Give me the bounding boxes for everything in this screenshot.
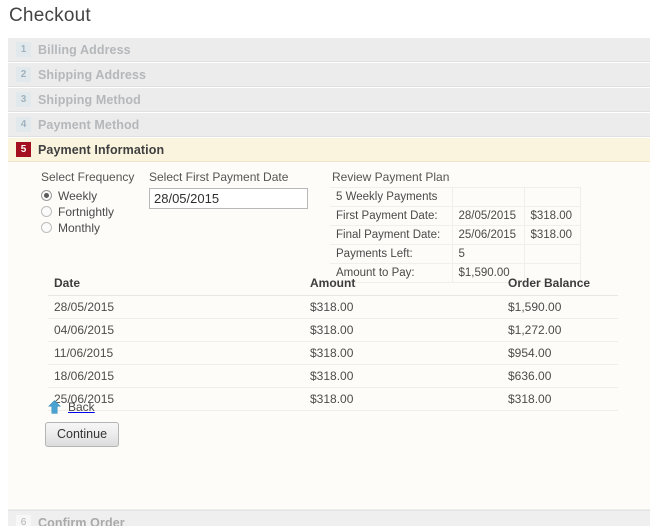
review-row-label: Final Payment Date: bbox=[330, 226, 452, 245]
frequency-option-monthly[interactable]: Monthly bbox=[41, 220, 151, 235]
payment-schedule-table: Date Amount Order Balance 28/05/2015 $31… bbox=[48, 272, 618, 411]
cell-amount: $318.00 bbox=[304, 365, 502, 388]
continue-button[interactable]: Continue bbox=[45, 422, 119, 447]
back-label: Back bbox=[68, 400, 95, 414]
step-label: Payment Method bbox=[38, 118, 139, 132]
table-row: 28/05/2015 $318.00 $1,590.00 bbox=[48, 296, 618, 319]
back-link[interactable]: Back bbox=[48, 400, 95, 414]
column-header-amount: Amount bbox=[304, 272, 502, 296]
review-payment-plan-label: Review Payment Plan bbox=[330, 170, 585, 184]
page-title: Checkout bbox=[9, 5, 91, 27]
cell-date: 04/06/2015 bbox=[48, 319, 304, 342]
cell-date: 11/06/2015 bbox=[48, 342, 304, 365]
cell-amount: $318.00 bbox=[304, 342, 502, 365]
step-label: Shipping Address bbox=[38, 68, 146, 82]
accordion-step-billing-address[interactable]: 1 Billing Address bbox=[8, 37, 650, 62]
cell-balance: $636.00 bbox=[502, 365, 618, 388]
cell-balance: $1,272.00 bbox=[502, 319, 618, 342]
radio-label: Fortnightly bbox=[58, 205, 114, 219]
select-frequency-label: Select Frequency bbox=[41, 170, 151, 184]
cell-balance: $954.00 bbox=[502, 342, 618, 365]
cell-date: 28/05/2015 bbox=[48, 296, 304, 319]
accordion-step-confirm-order[interactable]: 6 Confirm Order bbox=[8, 510, 650, 526]
cell-balance: $1,590.00 bbox=[502, 296, 618, 319]
radio-label: Monthly bbox=[58, 221, 100, 235]
review-row-value: 28/05/2015 bbox=[452, 207, 524, 226]
step-number-badge: 2 bbox=[16, 67, 31, 82]
step-label: Confirm Order bbox=[38, 516, 125, 526]
table-row: Payments Left: 5 bbox=[330, 245, 580, 264]
step-label: Shipping Method bbox=[38, 93, 141, 107]
review-row-value bbox=[452, 188, 524, 207]
review-row-label: First Payment Date: bbox=[330, 207, 452, 226]
review-row-value: 5 bbox=[452, 245, 524, 264]
checkout-accordion: 1 Billing Address 2 Shipping Address 3 S… bbox=[8, 37, 650, 526]
select-frequency-group: Select Frequency Weekly Fortnightly Mont… bbox=[41, 170, 151, 236]
table-header-row: Date Amount Order Balance bbox=[48, 272, 618, 296]
arrow-up-icon bbox=[48, 400, 61, 414]
cell-date: 18/06/2015 bbox=[48, 365, 304, 388]
step-number-badge: 3 bbox=[16, 92, 31, 107]
step-label: Billing Address bbox=[38, 43, 131, 57]
review-row-label: Payments Left: bbox=[330, 245, 452, 264]
table-row: 18/06/2015 $318.00 $636.00 bbox=[48, 365, 618, 388]
column-header-date: Date bbox=[48, 272, 304, 296]
radio-fortnightly[interactable] bbox=[41, 206, 52, 217]
step-number-badge: 1 bbox=[16, 42, 31, 57]
frequency-option-fortnightly[interactable]: Fortnightly bbox=[41, 204, 151, 219]
accordion-step-shipping-method[interactable]: 3 Shipping Method bbox=[8, 87, 650, 112]
radio-weekly[interactable] bbox=[41, 190, 52, 201]
review-row-label: 5 Weekly Payments bbox=[330, 188, 452, 207]
step-label: Payment Information bbox=[38, 143, 164, 157]
review-payment-plan-group: Review Payment Plan 5 Weekly Payments Fi… bbox=[330, 170, 585, 283]
step-number-badge: 6 bbox=[16, 515, 31, 526]
first-payment-date-input[interactable] bbox=[149, 188, 308, 209]
review-row-amount: $318.00 bbox=[524, 226, 580, 245]
payment-schedule-section: Date Amount Order Balance 28/05/2015 $31… bbox=[48, 272, 618, 411]
review-payment-plan-table: 5 Weekly Payments First Payment Date: 28… bbox=[330, 187, 581, 283]
step-number-badge: 4 bbox=[16, 117, 31, 132]
accordion-step-payment-method[interactable]: 4 Payment Method bbox=[8, 112, 650, 137]
payment-information-panel: Select Frequency Weekly Fortnightly Mont… bbox=[8, 162, 650, 510]
radio-label: Weekly bbox=[58, 189, 97, 203]
radio-monthly[interactable] bbox=[41, 222, 52, 233]
table-row: Final Payment Date: 25/06/2015 $318.00 bbox=[330, 226, 580, 245]
step-number-badge: 5 bbox=[16, 142, 31, 157]
review-row-value: 25/06/2015 bbox=[452, 226, 524, 245]
cell-amount: $318.00 bbox=[304, 319, 502, 342]
table-row: 5 Weekly Payments bbox=[330, 188, 580, 207]
column-header-order-balance: Order Balance bbox=[502, 272, 618, 296]
checkout-page: Checkout 1 Billing Address 2 Shipping Ad… bbox=[0, 0, 650, 526]
review-row-amount bbox=[524, 188, 580, 207]
frequency-option-weekly[interactable]: Weekly bbox=[41, 188, 151, 203]
first-payment-date-label: Select First Payment Date bbox=[149, 170, 319, 184]
table-row: 11/06/2015 $318.00 $954.00 bbox=[48, 342, 618, 365]
accordion-step-payment-information[interactable]: 5 Payment Information bbox=[8, 137, 650, 162]
cell-amount: $318.00 bbox=[304, 388, 502, 411]
table-row: 25/06/2015 $318.00 $318.00 bbox=[48, 388, 618, 411]
review-row-amount: $318.00 bbox=[524, 207, 580, 226]
accordion-step-shipping-address[interactable]: 2 Shipping Address bbox=[8, 62, 650, 87]
table-row: 04/06/2015 $318.00 $1,272.00 bbox=[48, 319, 618, 342]
cell-balance: $318.00 bbox=[502, 388, 618, 411]
review-row-amount bbox=[524, 245, 580, 264]
table-row: First Payment Date: 28/05/2015 $318.00 bbox=[330, 207, 580, 226]
cell-amount: $318.00 bbox=[304, 296, 502, 319]
first-payment-date-group: Select First Payment Date bbox=[149, 170, 319, 209]
